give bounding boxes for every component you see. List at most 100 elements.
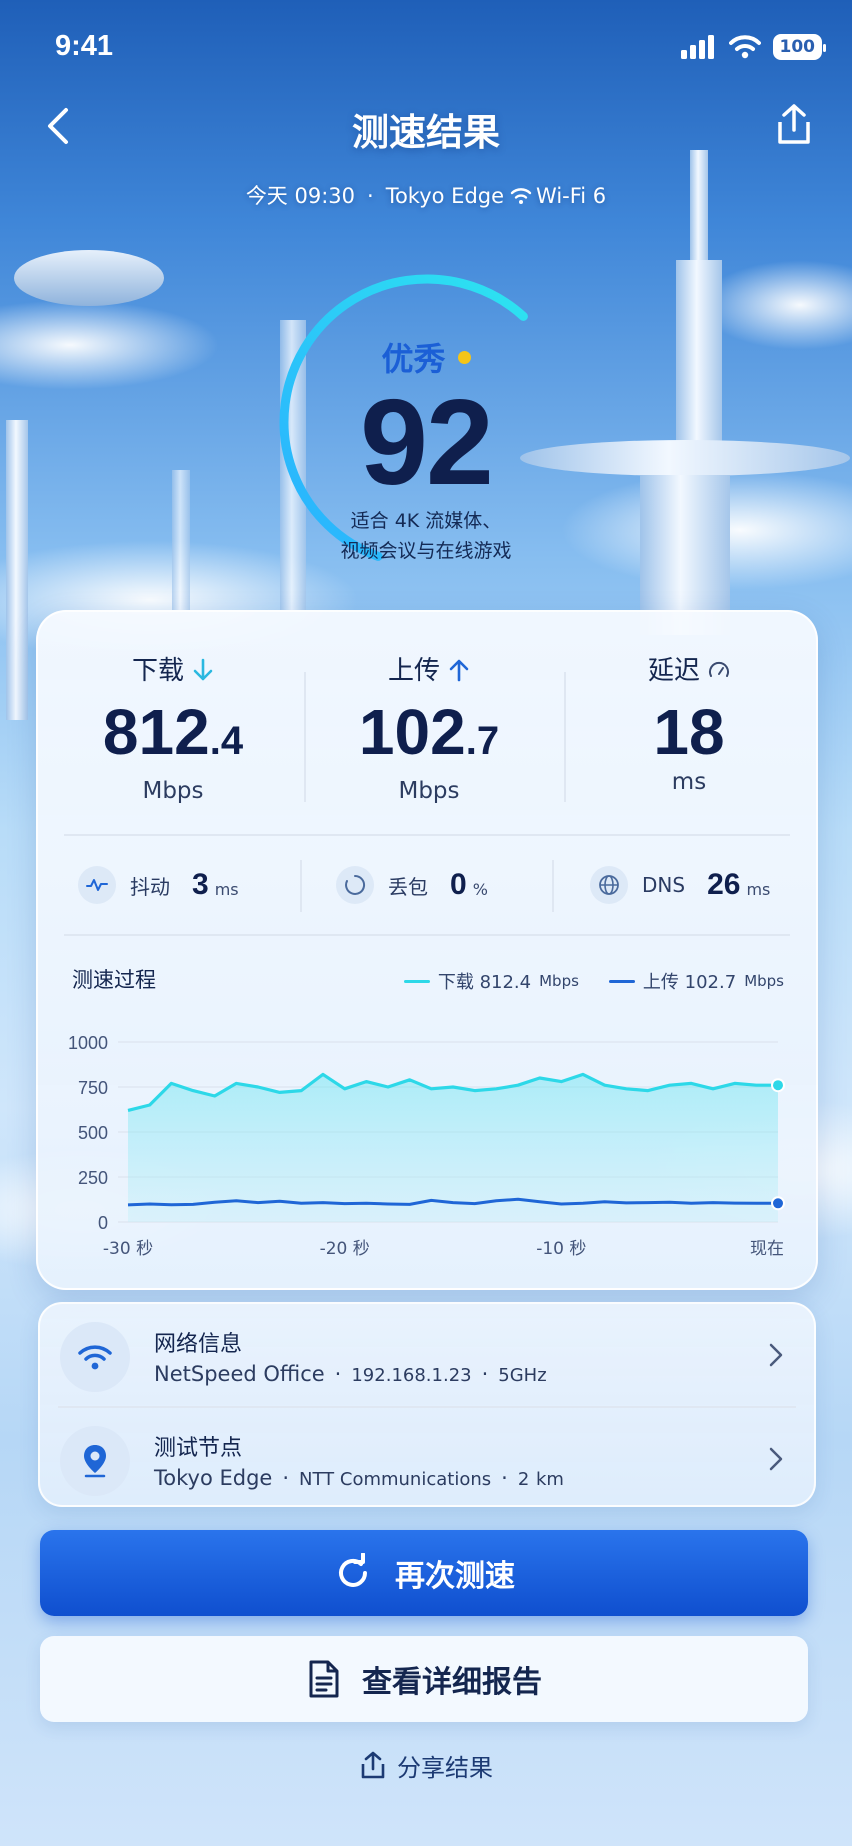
globe-icon: [599, 875, 619, 895]
y-tick-label: 750: [78, 1078, 108, 1098]
download-value: 812.4: [102, 696, 244, 768]
document-icon: [309, 1660, 339, 1698]
network-info-details: NetSpeed Office · 192.168.1.23 · 5GHz: [154, 1362, 547, 1386]
share-result-link[interactable]: 分享结果: [0, 1748, 852, 1783]
jitter-unit: ms: [214, 879, 239, 899]
test-date: 今天 09:30: [245, 184, 356, 208]
download-metric: 下载 812.4 Mbps: [48, 650, 298, 804]
dns-unit: ms: [746, 879, 771, 899]
node-provider: NTT Communications: [299, 1469, 492, 1490]
network-info-row[interactable]: 网络信息 NetSpeed Office · 192.168.1.23 · 5GHz: [40, 1304, 814, 1404]
score-description: 适合 4K 流媒体、 视频会议与在线游戏: [0, 506, 852, 566]
score-desc-line1: 适合 4K 流媒体、: [350, 510, 502, 532]
ip-address: 192.168.1.23: [351, 1365, 472, 1386]
wifi-icon: [78, 1345, 112, 1370]
divider: [552, 860, 554, 912]
x-tick-label: -30 秒: [103, 1239, 153, 1259]
chart-title: 测速过程: [72, 968, 156, 992]
divider: [64, 934, 790, 936]
download-area: [128, 1074, 778, 1222]
jitter-label: 抖动: [130, 874, 170, 899]
node-distance: 2: [517, 1469, 530, 1490]
download-label: 下载: [131, 656, 184, 686]
page-title: 测速结果: [352, 111, 500, 154]
upload-label: 上传: [387, 656, 440, 686]
upload-unit: Mbps: [398, 778, 460, 804]
latency-unit: ms: [671, 769, 707, 795]
nav-bar: 测速结果: [0, 96, 852, 156]
wifi-status-icon: [728, 35, 761, 59]
pulse-icon: [86, 879, 108, 891]
refresh-icon: [339, 1553, 367, 1587]
y-tick-label: 250: [78, 1168, 108, 1188]
test-meta: 今天 09:30 · Tokyo Edge Wi-Fi 6: [0, 180, 852, 210]
arrow-up-icon: [449, 659, 469, 682]
dns-value: 26: [707, 868, 741, 901]
status-bar: 9:41 100: [55, 30, 826, 70]
loss-value: 0: [450, 868, 467, 901]
loading-ring-icon: [345, 874, 366, 895]
test-node-title: 测试节点: [154, 1436, 243, 1461]
status-time: 9:41: [55, 30, 114, 62]
jitter-value: 3: [192, 868, 209, 901]
y-tick-label: 0: [98, 1213, 108, 1233]
info-panel: 网络信息 NetSpeed Office · 192.168.1.23 · 5GHz 测…: [38, 1302, 816, 1507]
dns-label: DNS: [642, 873, 686, 897]
dns-stat: DNS 26 ms: [590, 860, 770, 910]
network-type: Wi-Fi 6: [536, 184, 607, 208]
cellular-signal-icon: [680, 35, 714, 59]
separator: ·: [481, 1362, 489, 1386]
upload-value: 102.7: [358, 696, 500, 768]
location-pin-icon: [84, 1445, 106, 1478]
divider: [64, 834, 790, 836]
legend-download: 下载 812.4 Mbps: [403, 968, 579, 994]
latency-label: 延迟: [647, 656, 700, 686]
network-info-title: 网络信息: [154, 1332, 243, 1357]
arrow-down-icon: [193, 658, 213, 681]
y-tick-label: 1000: [68, 1033, 108, 1053]
score-desc-line2: 视频会议与在线游戏: [340, 540, 512, 562]
wifi-band: 5GHz: [498, 1365, 547, 1386]
download-unit: Mbps: [142, 778, 204, 804]
view-report-button[interactable]: 查看详细报告: [40, 1636, 808, 1722]
chart-legend: 下载 812.4 Mbps 上传 102.7 Mbps: [403, 968, 784, 994]
test-server: Tokyo Edge: [385, 184, 505, 208]
node-name: Tokyo Edge: [154, 1466, 273, 1490]
retest-label: 再次测速: [395, 1559, 515, 1594]
wifi-icon: [510, 188, 532, 204]
view-report-label: 查看详细报告: [362, 1665, 542, 1700]
x-tick-label: 现在: [750, 1239, 784, 1259]
results-card: 下载 812.4 Mbps 上传 102.7 Mbps 延迟 18 ms 抖动 …: [36, 610, 818, 1290]
divider: [300, 860, 302, 912]
legend-upload: 上传 102.7 Mbps: [608, 968, 784, 994]
battery-icon: 100: [772, 34, 826, 60]
latency-value: 18: [653, 696, 725, 768]
download-endpoint: [771, 1078, 785, 1093]
upload-metric: 上传 102.7 Mbps: [304, 650, 554, 804]
packet-loss-stat: 丢包 0 %: [336, 860, 488, 910]
latency-metric: 延迟 18 ms: [564, 650, 814, 795]
speedometer-icon: [709, 661, 729, 677]
separator: ·: [501, 1466, 508, 1490]
separator: ·: [282, 1466, 290, 1490]
score-value: 92: [360, 374, 494, 510]
share-icon[interactable]: [772, 102, 816, 146]
test-node-row[interactable]: 测试节点 Tokyo Edge · NTT Communications · 2 km: [40, 1408, 814, 1508]
rating-dot: [457, 351, 471, 364]
meta-separator: ·: [367, 184, 374, 208]
x-tick-label: -20 秒: [320, 1239, 370, 1259]
upload-endpoint: [771, 1196, 785, 1211]
loss-unit: %: [472, 879, 488, 899]
loss-label: 丢包: [388, 874, 428, 899]
share-result-label: 分享结果: [397, 1754, 493, 1782]
y-tick-label: 500: [78, 1123, 108, 1143]
test-node-details: Tokyo Edge · NTT Communications · 2 km: [154, 1466, 564, 1490]
share-icon: [361, 1751, 385, 1779]
speed-chart: 1000 750 500 250 0 -30 秒 -20 秒 -10 秒 现在: [68, 1033, 785, 1259]
jitter-stat: 抖动 3 ms: [78, 860, 239, 910]
retest-button[interactable]: 再次测速: [40, 1530, 808, 1616]
separator: ·: [334, 1362, 342, 1386]
chevron-right-icon: [769, 1343, 783, 1367]
chevron-right-icon: [769, 1447, 783, 1471]
network-ssid: NetSpeed Office: [154, 1362, 325, 1386]
